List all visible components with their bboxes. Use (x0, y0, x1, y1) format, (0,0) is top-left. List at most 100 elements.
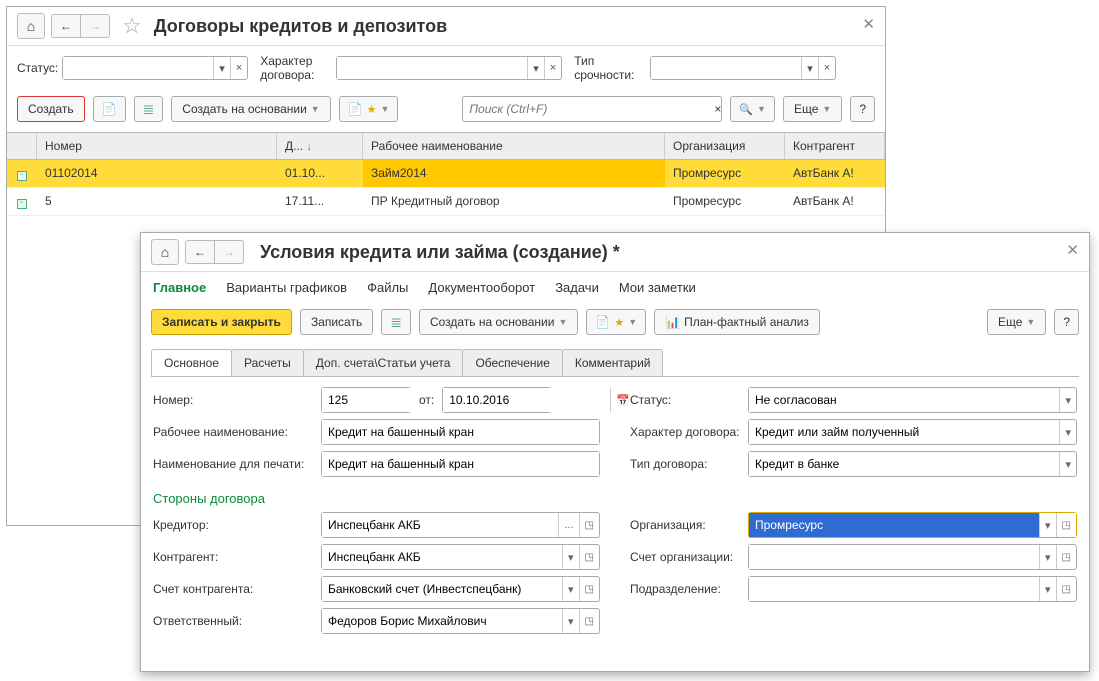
close-button[interactable]: ✕ (862, 15, 875, 33)
chevron-down-icon[interactable]: ▾ (562, 577, 579, 601)
subtab-calc[interactable]: Расчеты (231, 349, 304, 376)
date-field[interactable] (442, 387, 552, 413)
save-and-close-button[interactable]: Записать и закрыть (151, 309, 292, 335)
urgency-filter[interactable]: ▾× (650, 56, 836, 80)
chevron-down-icon[interactable]: ▾ (1059, 452, 1076, 476)
chevron-down-icon[interactable]: ▾ (562, 545, 579, 569)
search-field[interactable] (463, 102, 714, 116)
home-button[interactable] (151, 239, 179, 265)
list-settings-button[interactable] (134, 96, 164, 122)
chevron-down-icon[interactable]: ▾ (562, 609, 579, 633)
more-menu-button[interactable]: Еще ▼ (783, 96, 842, 122)
reports-button[interactable]: ▼ (339, 96, 399, 122)
status-field[interactable]: ▾ (748, 387, 1077, 413)
chevron-down-icon[interactable]: ▾ (527, 57, 544, 79)
open-icon[interactable] (579, 577, 599, 601)
organization-field[interactable]: ▾ (748, 512, 1077, 538)
table-row[interactable]: - 5 17.11... ПР Кредитный договор Промре… (7, 188, 885, 216)
save-button[interactable]: Записать (300, 309, 373, 335)
subtab-accounts[interactable]: Доп. счета\Статьи учета (303, 349, 464, 376)
subtab-security[interactable]: Обеспечение (462, 349, 562, 376)
chevron-down-icon: ▼ (757, 104, 766, 114)
tab-variants[interactable]: Варианты графиков (226, 280, 347, 295)
counterparty-field[interactable]: ▾ (321, 544, 600, 570)
contract-char-field[interactable]: ▾ (748, 419, 1077, 445)
open-icon[interactable] (579, 513, 599, 537)
close-button[interactable]: ✕ (1066, 241, 1079, 259)
home-button[interactable] (17, 13, 45, 39)
back-button[interactable] (52, 15, 81, 37)
forward-button[interactable] (215, 241, 243, 263)
col-date[interactable]: Д... ↓ (277, 133, 363, 159)
chevron-down-icon[interactable]: ▾ (1039, 577, 1056, 601)
contract-type-field[interactable]: ▾ (748, 451, 1077, 477)
creditor-field[interactable] (321, 512, 600, 538)
contract-type-label: Тип договора: (630, 457, 740, 471)
col-workname[interactable]: Рабочее наименование (363, 133, 665, 159)
help-button[interactable]: ? (1054, 309, 1079, 335)
clear-search-icon[interactable]: × (714, 102, 721, 116)
org-account-field[interactable]: ▾ (748, 544, 1077, 570)
responsible-field[interactable]: ▾ (321, 608, 600, 634)
urgency-input[interactable] (651, 57, 801, 79)
status-filter-input[interactable] (63, 57, 213, 79)
clear-icon[interactable]: × (544, 57, 561, 79)
tab-files[interactable]: Файлы (367, 280, 408, 295)
chevron-down-icon[interactable]: ▾ (213, 57, 230, 79)
more-menu-button[interactable]: Еще ▼ (987, 309, 1046, 335)
workname-field[interactable] (321, 419, 600, 445)
department-field[interactable]: ▾ (748, 576, 1077, 602)
tab-tasks[interactable]: Задачи (555, 280, 599, 295)
printname-field[interactable] (321, 451, 600, 477)
tab-main[interactable]: Главное (153, 280, 206, 295)
open-icon[interactable] (579, 609, 599, 633)
reports-button[interactable]: ▼ (586, 309, 646, 335)
find-button[interactable]: ▼ (730, 96, 775, 122)
clear-icon[interactable]: × (818, 57, 835, 79)
subtab-comment[interactable]: Комментарий (562, 349, 664, 376)
back-button[interactable] (186, 241, 215, 263)
sort-arrow-icon: ↓ (306, 142, 311, 153)
list-icon (143, 101, 155, 118)
forward-button[interactable] (81, 15, 109, 37)
create-button[interactable]: Создать (17, 96, 85, 122)
nav-tabs: Главное Варианты графиков Файлы Документ… (141, 272, 1089, 303)
cell-date: 01.10... (277, 160, 363, 187)
form-body: Номер: от: Рабочее наименование: Наимено… (141, 377, 1089, 650)
select-icon[interactable] (558, 513, 578, 537)
create-based-on-button[interactable]: Создать на основании ▼ (419, 309, 578, 335)
help-button[interactable]: ? (850, 96, 875, 122)
open-icon[interactable] (1056, 513, 1076, 537)
open-icon[interactable] (579, 545, 599, 569)
open-icon[interactable] (1056, 545, 1076, 569)
open-icon[interactable] (1056, 577, 1076, 601)
list-settings-button[interactable] (381, 309, 411, 335)
copy-button[interactable] (93, 96, 126, 122)
chevron-down-icon[interactable]: ▾ (1059, 388, 1076, 412)
col-org[interactable]: Организация (665, 133, 785, 159)
favorite-star-icon[interactable]: ☆ (122, 13, 142, 39)
search-input[interactable]: × (462, 96, 722, 122)
organization-label: Организация: (630, 518, 740, 532)
chevron-down-icon[interactable]: ▾ (1059, 420, 1076, 444)
number-field[interactable] (321, 387, 411, 413)
chevron-down-icon[interactable]: ▾ (1039, 545, 1056, 569)
contract-type-filter[interactable]: ▾× (336, 56, 562, 80)
counterparty-account-field[interactable]: ▾ (321, 576, 600, 602)
col-number[interactable]: Номер (37, 133, 277, 159)
subtab-main[interactable]: Основное (151, 349, 232, 376)
titlebar: Условия кредита или займа (создание) * ✕ (141, 233, 1089, 272)
clear-icon[interactable]: × (230, 57, 247, 79)
contract-type-input[interactable] (337, 57, 527, 79)
col-counterparty[interactable]: Контрагент (785, 133, 885, 159)
chevron-down-icon[interactable]: ▾ (1039, 513, 1056, 537)
cell-number: 5 (37, 188, 277, 215)
tab-docflow[interactable]: Документооборот (428, 280, 535, 295)
table-row[interactable]: - 01102014 01.10... Займ2014 Промресурс … (7, 160, 885, 188)
status-filter[interactable]: ▾× (62, 56, 248, 80)
plan-fact-button[interactable]: План-фактный анализ (654, 309, 820, 335)
tab-notes[interactable]: Мои заметки (619, 280, 696, 295)
cell-org: Промресурс (665, 160, 785, 187)
create-based-on-button[interactable]: Создать на основании ▼ (171, 96, 330, 122)
chevron-down-icon[interactable]: ▾ (801, 57, 818, 79)
